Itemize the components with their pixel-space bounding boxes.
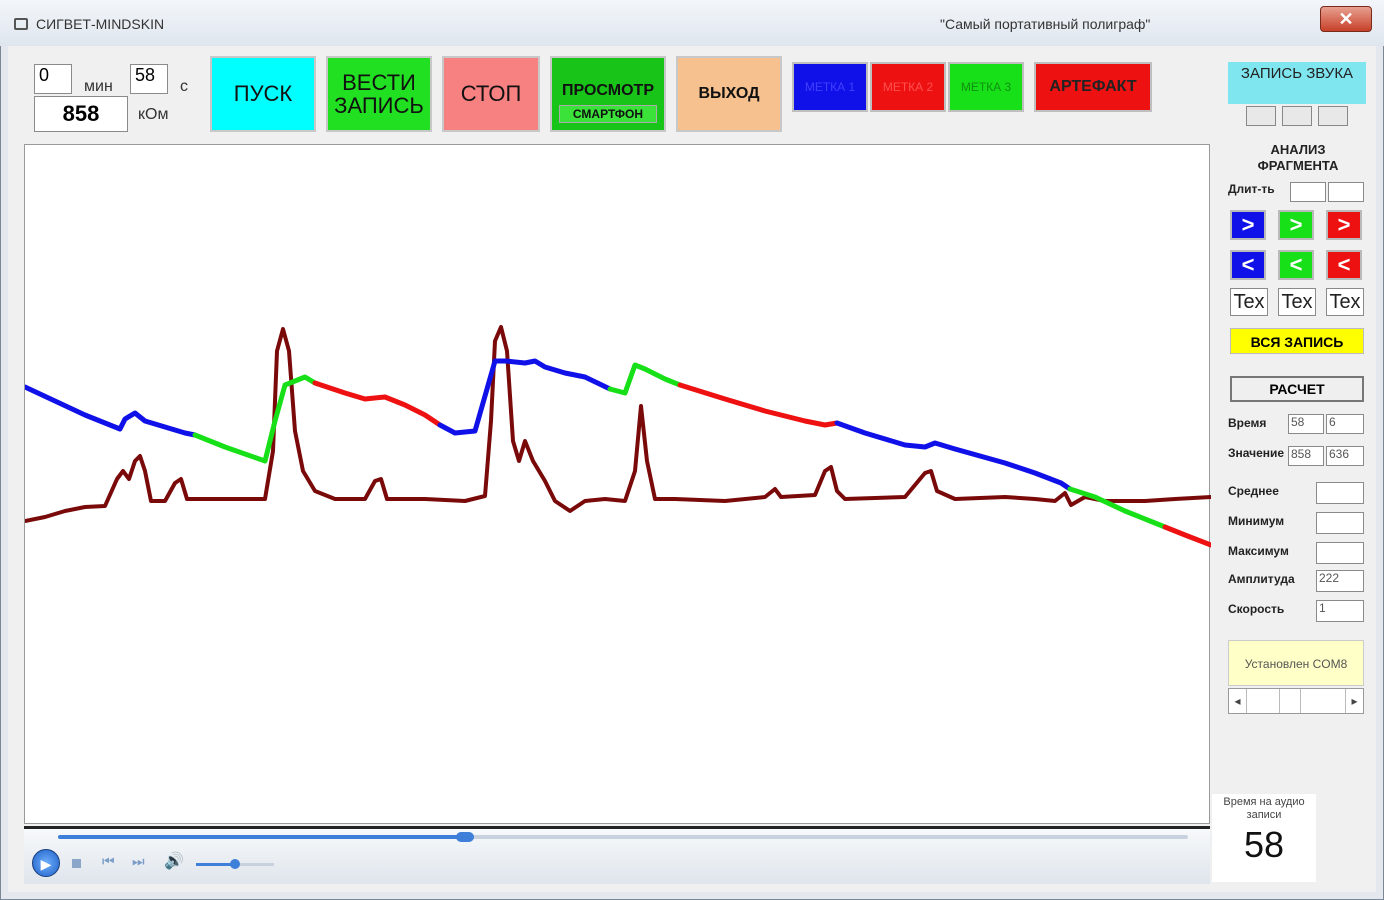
scroll-thumb[interactable] — [1279, 689, 1301, 713]
time-field-2[interactable]: 6 — [1326, 414, 1364, 434]
arrow-left-blue[interactable]: < — [1230, 250, 1266, 280]
seek-track[interactable] — [58, 832, 1188, 842]
view-label: ПРОСМОТР — [562, 81, 654, 99]
value-field-2[interactable]: 636 — [1326, 446, 1364, 466]
volume-slider[interactable] — [196, 859, 274, 869]
sound-stop-button[interactable] — [1282, 106, 1312, 126]
trace-segment-3 — [312, 380, 443, 428]
seek-thumb[interactable] — [455, 832, 474, 842]
duration-field-1[interactable] — [1290, 182, 1326, 202]
signal-chart — [24, 144, 1211, 824]
duration-label: Длит-ть — [1228, 182, 1275, 196]
sound-record-button[interactable] — [1318, 106, 1348, 126]
speed-field[interactable]: 1 — [1316, 600, 1364, 622]
trace-segment-7 — [834, 420, 1073, 492]
app-title: СИГВЕТ-MINDSKIN — [36, 16, 165, 32]
time-label: Время — [1228, 416, 1267, 430]
stop-button[interactable]: СТОП — [442, 56, 540, 132]
seconds-unit: с — [180, 78, 188, 95]
view-button[interactable]: ПРОСМОТР СМАРТФОН — [550, 56, 666, 132]
time-field-1[interactable]: 58 — [1288, 414, 1324, 434]
seek-progress — [58, 835, 465, 839]
volume-thumb[interactable] — [230, 859, 240, 869]
stop-media-icon[interactable] — [72, 859, 81, 868]
all-record-button[interactable]: ВСЯ ЗАПИСЬ — [1230, 328, 1364, 354]
min-field[interactable] — [1316, 512, 1364, 534]
value-label: Значение — [1228, 446, 1285, 460]
record-button[interactable]: ВЕСТИ ЗАПИСЬ — [326, 56, 432, 132]
start-button[interactable]: ПУСК — [210, 56, 316, 132]
trace-segment-8 — [1067, 486, 1168, 530]
trace-main — [25, 325, 1211, 523]
com-scrollbar[interactable]: ◂ ▸ — [1228, 688, 1364, 714]
mark3-button[interactable]: МЕТКА 3 — [948, 62, 1024, 112]
trace-segment-5 — [607, 362, 683, 396]
trace-segment-9 — [1162, 524, 1211, 548]
tex-field-2[interactable]: Tex — [1278, 288, 1316, 316]
com-status: Установлен COM8 — [1228, 640, 1364, 686]
mark2-button[interactable]: МЕТКА 2 — [870, 62, 946, 112]
duration-field-2[interactable] — [1328, 182, 1364, 202]
speed-label: Скорость — [1228, 602, 1285, 616]
trace-segment-4 — [437, 358, 613, 436]
arrow-right-green[interactable]: > — [1278, 210, 1314, 240]
close-button[interactable]: ✕ — [1320, 6, 1372, 32]
scroll-left-icon[interactable]: ◂ — [1229, 689, 1247, 713]
volume-icon[interactable]: 🔊 — [164, 851, 184, 871]
amplitude-label: Амплитуда — [1228, 572, 1295, 586]
chart-svg — [25, 325, 1211, 548]
minutes-field[interactable]: 0 — [34, 64, 72, 94]
title-bar: СИГВЕТ-MINDSKIN "Самый портативный полиг… — [0, 0, 1384, 46]
audio-time-label: Время на аудио записи — [1223, 796, 1305, 821]
artifact-button[interactable]: АРТЕФАКТ — [1034, 62, 1152, 112]
prev-icon[interactable]: ⏮ — [102, 853, 115, 870]
tex-field-3[interactable]: Tex — [1326, 288, 1364, 316]
mark1-button[interactable]: МЕТКА 1 — [792, 62, 868, 112]
smartphone-button[interactable]: СМАРТФОН — [559, 105, 657, 124]
trace-segment-1 — [25, 384, 198, 438]
sound-record-label: ЗАПИСЬ ЗВУКА — [1228, 62, 1366, 104]
next-icon[interactable]: ⏭ — [132, 853, 145, 870]
play-icon[interactable]: ▶ — [32, 849, 60, 877]
max-label: Максимум — [1228, 544, 1289, 558]
arrow-left-red[interactable]: < — [1326, 250, 1362, 280]
arrow-right-red[interactable]: > — [1326, 210, 1362, 240]
resistance-field[interactable]: 858 — [34, 96, 128, 132]
seconds-field[interactable]: 58 — [130, 64, 168, 94]
window-subtitle: "Самый портативный полиграф" — [940, 16, 1151, 32]
scroll-right-icon[interactable]: ▸ — [1345, 689, 1363, 713]
amplitude-field[interactable]: 222 — [1316, 570, 1364, 592]
arrow-right-blue[interactable]: > — [1230, 210, 1266, 240]
arrow-left-green[interactable]: < — [1278, 250, 1314, 280]
mean-field[interactable] — [1316, 482, 1364, 504]
trace-segment-6 — [677, 382, 840, 428]
max-field[interactable] — [1316, 542, 1364, 564]
mean-label: Среднее — [1228, 484, 1279, 498]
app-icon — [14, 18, 28, 30]
sound-pause-button[interactable] — [1246, 106, 1276, 126]
media-player: ▶ ⏮ ⏭ 🔊 — [24, 826, 1210, 884]
tex-field-1[interactable]: Tex — [1230, 288, 1268, 316]
exit-button[interactable]: ВЫХОД — [676, 56, 782, 132]
audio-time-value: 58 — [1243, 824, 1285, 865]
audio-time-box: Время на аудио записи 58 — [1212, 794, 1316, 882]
minutes-unit: мин — [84, 78, 113, 95]
analysis-label: АНАЛИЗ ФРАГМЕНТА — [1257, 142, 1339, 173]
calc-button[interactable]: РАСЧЕТ — [1230, 376, 1364, 402]
value-field-1[interactable]: 858 — [1288, 446, 1324, 466]
resistance-unit: кОм — [138, 106, 169, 123]
min-label: Минимум — [1228, 514, 1285, 528]
